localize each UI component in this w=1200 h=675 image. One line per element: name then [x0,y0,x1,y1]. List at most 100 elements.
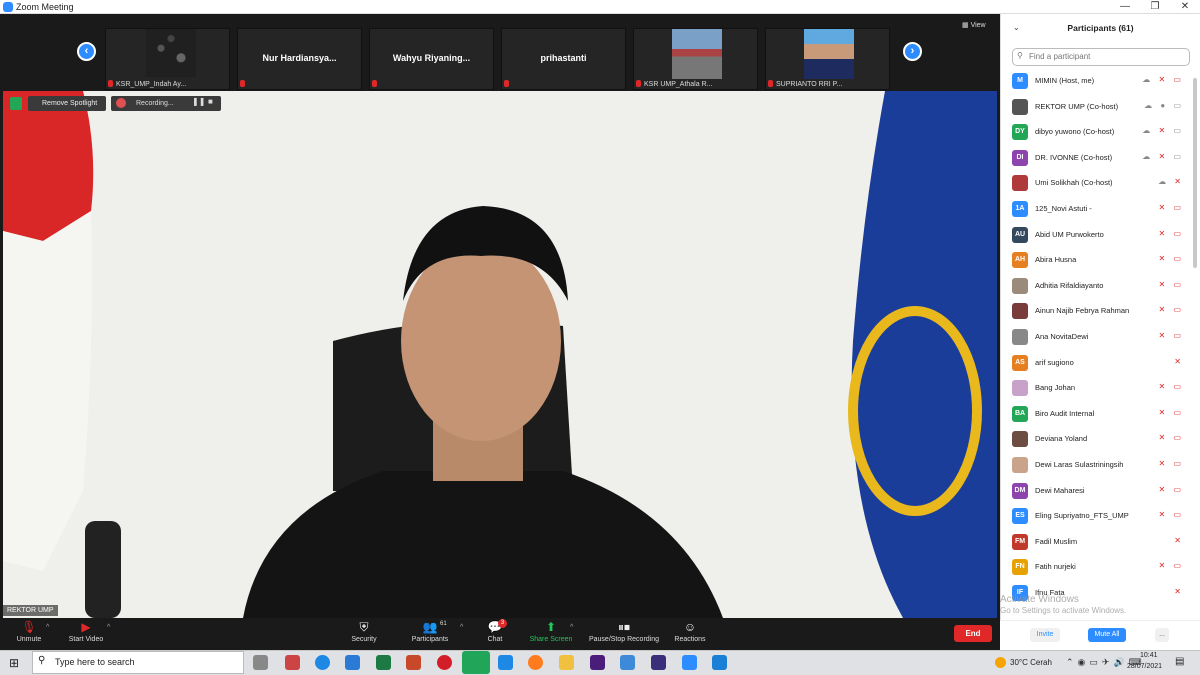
mute-all-button[interactable]: Mute All [1088,628,1126,642]
participant-row[interactable]: DY dibyo yuwono (Co-host) ☁ ✕ ▭ [1000,119,1192,145]
participant-row[interactable]: ES Eling Supriyatno_FTS_UMP ✕ ▭ [1000,503,1192,529]
minimize-button[interactable]: — [1110,0,1140,14]
participant-avatar: M [1012,73,1028,89]
participant-status-icons: ✕ ▭ [1158,459,1184,468]
gallery-next-button[interactable]: › [903,42,922,61]
video-options-caret[interactable]: ^ [107,624,110,631]
participant-status-icons: ☁ ✕ ▭ [1142,126,1184,136]
task-view-icon[interactable] [253,655,268,670]
participant-name: dibyo yuwono (Co-host) [1035,127,1115,137]
thumbnail-tile[interactable]: KSR UMP_Athala R... [633,28,758,90]
participant-row[interactable]: FN Fatih nurjeki ✕ ▭ [1000,554,1192,580]
share-screen-button[interactable]: ⬆ Share Screen [526,618,576,644]
activate-windows-watermark: Activate Windows Go to Settings to activ… [1000,594,1200,616]
participant-name: Ainun Najib Febrya Rahman [1035,306,1130,316]
participant-row[interactable]: Ana NovitaDewi ✕ ▭ [1000,324,1192,350]
windows-store-icon[interactable] [498,655,513,670]
reactions-button[interactable]: ☺ Reactions [670,618,710,644]
participant-row[interactable]: DI DR. IVONNE (Co-host) ☁ ✕ ▭ [1000,145,1192,171]
file-explorer-icon[interactable] [559,655,574,670]
participant-row[interactable]: AU Abid UM Purwokerto ✕ ▭ [1000,222,1192,248]
restore-button[interactable]: ❐ [1140,0,1170,14]
participant-row[interactable]: Ainun Najib Febrya Rahman ✕ ▭ [1000,298,1192,324]
participant-row[interactable]: REKTOR UMP (Co-host) ☁ ● ▭ [1000,94,1192,120]
app-icon[interactable] [462,651,490,674]
audio-options-caret[interactable]: ^ [46,624,49,631]
thumbnail-tile[interactable]: SUPRIANTO RRI P... [765,28,890,90]
app-icon[interactable] [345,655,360,670]
security-button[interactable]: ⛨ Security [345,618,383,644]
participants-label: Participants [411,636,449,643]
participant-row[interactable]: Adhitia Rifaldiayanto ✕ ▭ [1000,273,1192,299]
edge-browser-icon[interactable] [315,655,330,670]
participant-row[interactable]: Deviana Yoland ✕ ▭ [1000,426,1192,452]
after-effects-icon[interactable] [651,655,666,670]
opera-browser-icon[interactable] [437,655,452,670]
participant-avatar: DM [1012,482,1028,499]
participant-row[interactable]: AS arif sugiono ✕ [1000,350,1192,376]
view-button[interactable]: ▦ View [962,21,986,29]
participant-status-icons: ✕ ▭ [1158,407,1184,417]
participant-row[interactable]: M MIMIN (Host, me) ☁ ✕ ▭ [1000,68,1192,94]
notification-icon[interactable]: ▤ [1175,656,1184,667]
muted-mic-icon: 🎙 [21,620,37,634]
invite-button[interactable]: Invite [1030,628,1060,642]
thumbnail-tile[interactable]: KSR_UMP_Indah Ay... [105,28,230,90]
participant-avatar [1012,303,1028,320]
clock-time[interactable]: 10:41 [1140,652,1158,659]
pause-recording-icon[interactable]: ❚❚ [192,97,205,106]
gallery-prev-button[interactable]: ‹ [77,42,96,61]
participant-avatar: BA [1012,405,1028,422]
participant-name: Fatih nurjeki [1035,562,1076,572]
app-icon[interactable] [620,655,635,670]
clock-date[interactable]: 28/07/2021 [1127,663,1162,670]
participant-list-scrollbar[interactable] [1193,78,1197,268]
participant-row[interactable]: BA Biro Audit Internal ✕ ▭ [1000,401,1192,427]
participant-name: Bang Johan [1035,383,1076,393]
share-options-caret[interactable]: ^ [570,624,573,631]
participant-row[interactable]: Bang Johan ✕ ▭ [1000,375,1192,401]
participant-row[interactable]: AH Abira Husna ✕ ▭ [1000,247,1192,273]
participant-row[interactable]: Umi Solikhah (Co-host) ☁ ✕ [1000,170,1192,196]
zoom-app-icon[interactable] [682,655,697,670]
participant-row[interactable]: DM Dewi Maharesi ✕ ▭ [1000,478,1192,504]
unmute-button[interactable]: 🎙 Unmute [10,618,48,644]
participant-row[interactable]: FM Fadil Muslim ✕ [1000,529,1192,555]
participants-options-caret[interactable]: ^ [460,624,463,631]
search-icon: ⚲ [1017,51,1023,60]
search-icon: ⚲ [38,655,46,666]
share-screen-label: Share Screen [529,636,573,643]
participant-name: Dewi Laras Sulastriningsih [1035,460,1124,469]
taskbar-search-input[interactable]: Type here to search [32,651,244,674]
windows-start-icon[interactable]: ⊞ [9,656,19,670]
app-icon[interactable] [285,655,300,670]
thumbnail-tile[interactable]: Wahyu Riyaning... [369,28,494,90]
thumbnail-name: Nur Hardiansya... [262,53,337,63]
weather-text[interactable]: 30°C Cerah [1010,658,1052,667]
participant-row[interactable]: Dewi Laras Sulastriningsih ✕ ▭ [1000,452,1192,478]
close-window-button[interactable]: ✕ [1170,0,1200,14]
powerpoint-icon[interactable] [406,655,421,670]
premiere-icon[interactable] [590,655,605,670]
start-video-label: Start Video [68,636,104,643]
thumbnail-tile[interactable]: Nur Hardiansya... [237,28,362,90]
pause-stop-recording-button[interactable]: ⏸⏹ Pause/Stop Recording [584,618,664,644]
participant-name: Fadil Muslim [1035,536,1078,546]
stop-recording-icon[interactable]: ■ [208,97,213,106]
thumbnail-tile[interactable]: prihastanti [501,28,626,90]
excel-icon[interactable] [376,655,391,670]
participant-name: Dewi Maharesi [1035,485,1085,495]
chat-badge: 3 [498,619,507,628]
more-options-button[interactable]: ... [1155,628,1169,642]
participant-search-input[interactable]: Find a participant [1012,48,1190,66]
start-video-button[interactable]: ▶ Start Video [62,618,110,644]
remove-spotlight-button[interactable]: Remove Spotlight [28,96,106,111]
participant-status-icons: ✕ ▭ [1158,279,1184,289]
participant-status-icons: ✕ ▭ [1158,305,1184,315]
participants-panel-footer: Invite Mute All ... [1000,620,1200,650]
firefox-icon[interactable] [528,655,543,670]
participant-row[interactable]: 1A 125_Novi Astuti - ✕ ▭ [1000,196,1192,222]
end-meeting-button[interactable]: End [954,625,992,642]
participant-video [804,29,854,79]
app-icon[interactable] [712,655,727,670]
